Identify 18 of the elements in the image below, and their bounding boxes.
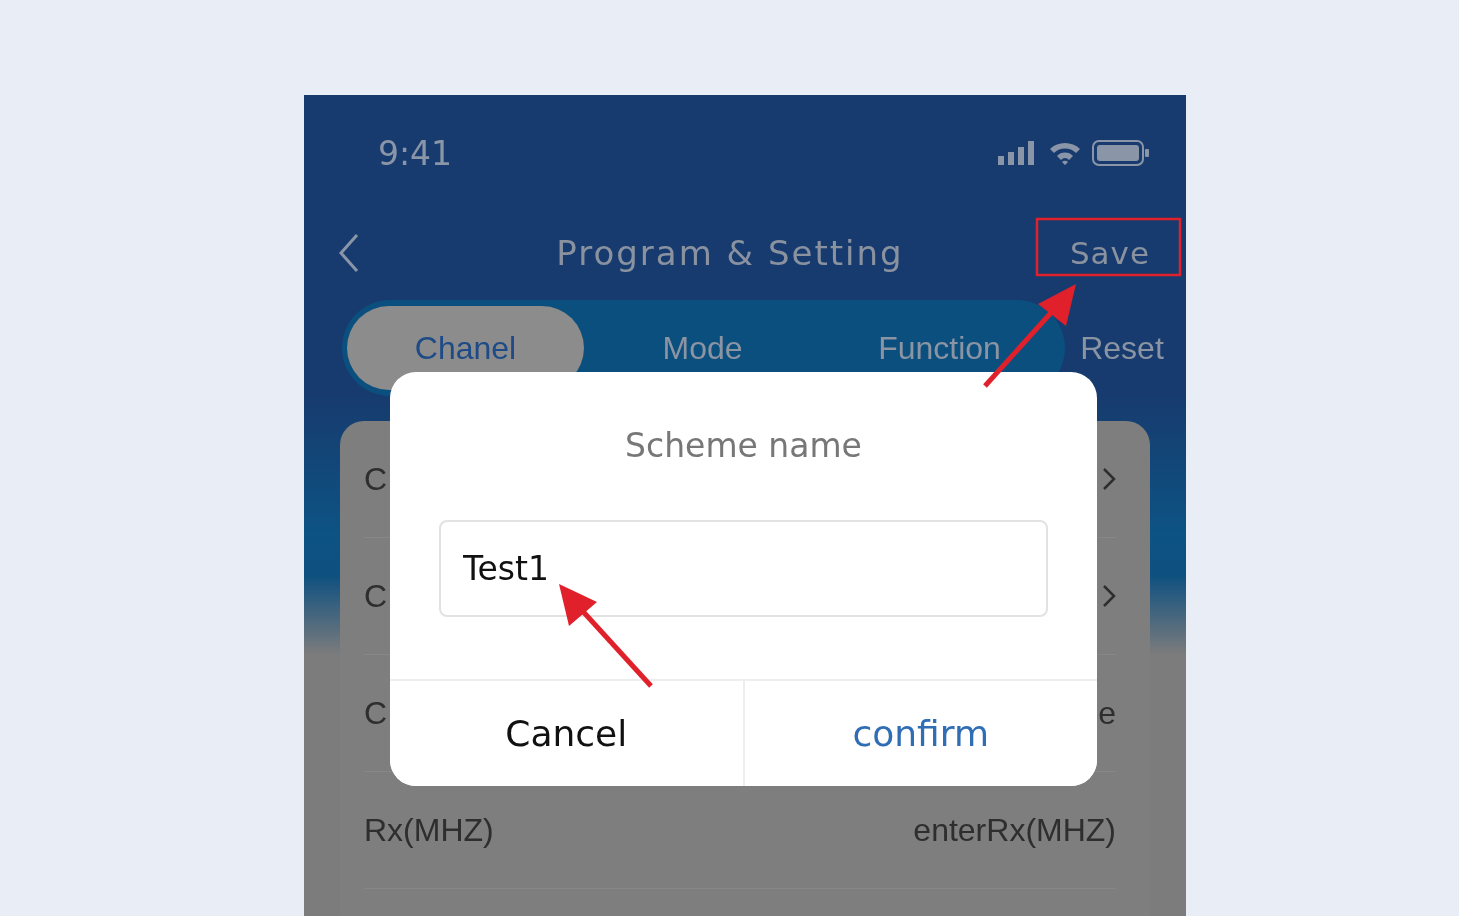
- row-label: Rx(MHZ): [364, 811, 494, 849]
- dialog-title: Scheme name: [625, 426, 862, 465]
- row-value: e: [1098, 694, 1116, 732]
- row-value: enterRx(MHZ): [913, 811, 1116, 849]
- confirm-button[interactable]: confirm: [742, 681, 1097, 786]
- wifi-icon: [1048, 140, 1082, 166]
- chevron-left-icon: [338, 233, 360, 273]
- row-label: C: [364, 577, 388, 615]
- row-label: C: [364, 694, 388, 732]
- chevron-right-icon: [1102, 467, 1116, 491]
- row-label: C: [364, 460, 388, 498]
- status-time: 9:41: [378, 133, 453, 173]
- input-field[interactable]: Test1: [439, 520, 1048, 617]
- chevron-right-icon: [1102, 584, 1116, 608]
- screen-title: Program & Setting: [555, 233, 905, 273]
- battery-icon: [1092, 140, 1150, 166]
- save-button[interactable]: Save: [1036, 235, 1186, 271]
- tab[interactable]: Reset: [1058, 306, 1186, 390]
